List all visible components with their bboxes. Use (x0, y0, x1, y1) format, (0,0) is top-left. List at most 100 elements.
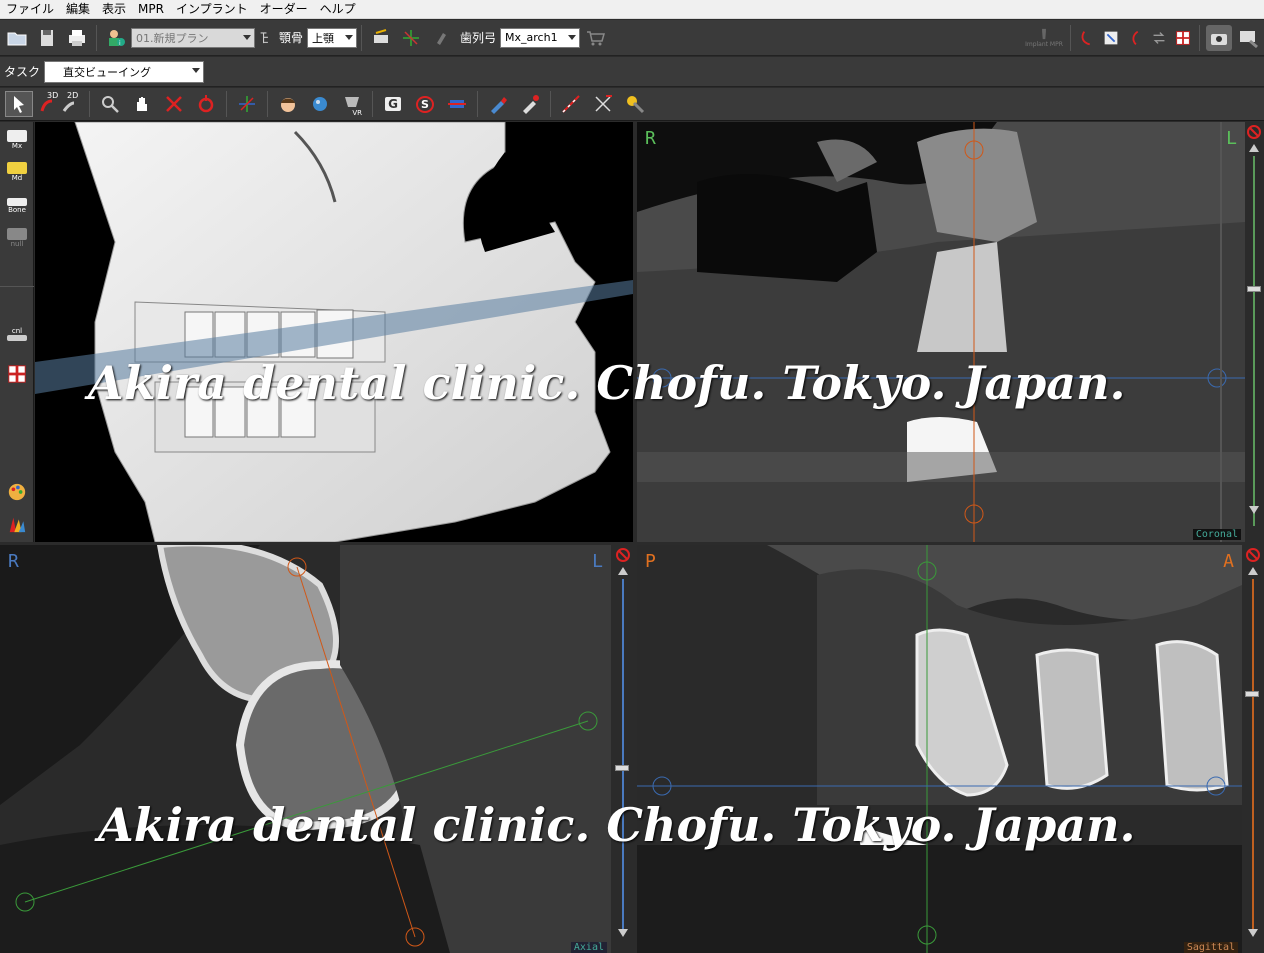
viewport-sagittal[interactable]: P A Sagittal (637, 545, 1242, 953)
arch-tool-icon (374, 28, 389, 43)
pen-icon (491, 97, 507, 114)
scroll-track (1253, 156, 1255, 526)
sidebar-item-palette[interactable] (3, 478, 31, 506)
zoom-button[interactable] (96, 91, 124, 117)
curve-tool-button[interactable] (1125, 25, 1145, 51)
sidebar-divider (0, 286, 34, 287)
pen-tool-button[interactable] (484, 91, 512, 117)
close-view-icon[interactable] (615, 547, 631, 563)
grid-button[interactable] (1173, 25, 1193, 51)
sidebar-null-label: null (10, 240, 24, 248)
magnifier-icon (102, 96, 119, 113)
patient-icon: i (109, 29, 125, 47)
print-button[interactable] (64, 25, 90, 51)
measure-button[interactable] (557, 91, 585, 117)
tree-icon (260, 31, 268, 43)
axial-slice-scrollbar[interactable] (612, 545, 634, 953)
3d-2d-toggle-button[interactable]: 3D 2D (37, 91, 83, 117)
plan-select[interactable]: 01.新規プラン (131, 27, 255, 48)
scroll-thumb[interactable] (1247, 286, 1261, 292)
face-view-button[interactable] (274, 91, 302, 117)
scroll-track (622, 579, 624, 935)
scroll-down-arrow-icon[interactable] (1249, 506, 1259, 514)
settings-button[interactable] (1236, 25, 1262, 51)
close-view-icon[interactable] (1245, 547, 1261, 563)
toolbar-divider (550, 91, 551, 117)
g-button[interactable]: G (379, 91, 407, 117)
auto-tool-button[interactable] (621, 91, 649, 117)
null-icon (7, 228, 27, 240)
sidebar-item-color[interactable] (3, 510, 31, 538)
jaw-select-value: 上顎 (312, 31, 335, 45)
sidebar-item-grid[interactable] (3, 360, 31, 388)
sidebar-item-mx[interactable]: Mx (3, 126, 31, 154)
view-toolbar: 3D 2D VR G S (0, 88, 1264, 121)
app-window: ファイル 編集 表示 MPR インプラント オーダー ヘルプ i 01.新規プラ… (0, 0, 1264, 953)
sidebar-item-md[interactable]: Md (3, 158, 31, 186)
sagittal-slice-scrollbar[interactable] (1242, 545, 1264, 953)
chevron-down-icon (568, 34, 577, 40)
crop-tool-button[interactable] (1101, 25, 1121, 51)
task-select[interactable]: 直交ビューイング (44, 60, 205, 83)
rotate-button[interactable] (192, 91, 220, 117)
patient-info-button[interactable]: i (103, 25, 129, 51)
implant-mpr-button[interactable]: Implant MPR (1024, 25, 1064, 51)
open-folder-button[interactable] (4, 25, 30, 51)
fit-button[interactable] (160, 91, 188, 117)
scroll-down-arrow-icon[interactable] (618, 929, 628, 937)
sidebar-item-bone[interactable]: Bone (3, 192, 31, 220)
sphere-button[interactable] (306, 91, 334, 117)
scroll-down-arrow-icon[interactable] (1248, 929, 1258, 937)
cart-button[interactable] (582, 25, 608, 51)
toolbar-divider (96, 24, 97, 51)
vr-label: VR (352, 109, 362, 117)
tooth-tool-button[interactable] (428, 25, 454, 51)
viewport-coronal[interactable]: R L Coronal (637, 122, 1245, 542)
axes-button[interactable] (233, 91, 261, 117)
brush-tool-button[interactable] (516, 91, 544, 117)
menu-order[interactable]: オーダー (254, 0, 314, 19)
pan-button[interactable] (128, 91, 156, 117)
arch-tool-button[interactable] (368, 25, 394, 51)
select-tool-button[interactable] (5, 91, 33, 117)
menu-mpr[interactable]: MPR (132, 0, 170, 19)
axis-tool-button[interactable] (398, 25, 424, 51)
g-label: G (385, 97, 401, 111)
coronal-ct-image (637, 122, 1245, 542)
nerve-tool-button[interactable] (1077, 25, 1097, 51)
menu-view[interactable]: 表示 (96, 0, 132, 19)
scroll-up-arrow-icon[interactable] (1248, 567, 1258, 575)
face-icon (281, 98, 295, 112)
sidebar-item-cnl[interactable]: cnl (3, 320, 31, 348)
measure-mm-button[interactable] (589, 91, 617, 117)
vr-button[interactable]: VR (338, 91, 366, 117)
scroll-thumb[interactable] (1245, 691, 1259, 697)
coronal-slice-scrollbar[interactable] (1245, 122, 1264, 542)
menu-edit[interactable]: 編集 (60, 0, 96, 19)
jaw-label: 顎骨 (279, 31, 304, 45)
2d-label: 2D (67, 91, 79, 100)
scroll-up-arrow-icon[interactable] (618, 567, 628, 575)
menu-help[interactable]: ヘルプ (314, 0, 362, 19)
scroll-up-arrow-icon[interactable] (1249, 144, 1259, 152)
slice-button[interactable] (443, 91, 471, 117)
s-button[interactable]: S (411, 91, 439, 117)
viewport-axial[interactable]: R L Axial (0, 545, 611, 953)
grid-icon (1176, 30, 1190, 45)
task-label: タスク (4, 65, 41, 79)
swap-button[interactable] (1149, 25, 1169, 51)
sidebar-item-null[interactable]: null (3, 224, 31, 252)
menu-implant[interactable]: インプラント (170, 0, 254, 19)
close-view-icon[interactable] (1246, 124, 1262, 140)
plan-settings-button[interactable] (257, 25, 273, 51)
scroll-thumb[interactable] (615, 765, 629, 771)
save-button[interactable] (34, 25, 60, 51)
orientation-right-label: R (645, 128, 656, 149)
sidebar-cnl-label: cnl (11, 327, 23, 335)
viewport-3d[interactable] (35, 122, 633, 542)
crop-icon (1104, 31, 1118, 44)
arch-select[interactable]: Mx_arch1 (500, 27, 581, 48)
camera-button[interactable] (1206, 24, 1232, 51)
jaw-select[interactable]: 上顎 (307, 27, 358, 48)
menu-file[interactable]: ファイル (0, 0, 60, 19)
